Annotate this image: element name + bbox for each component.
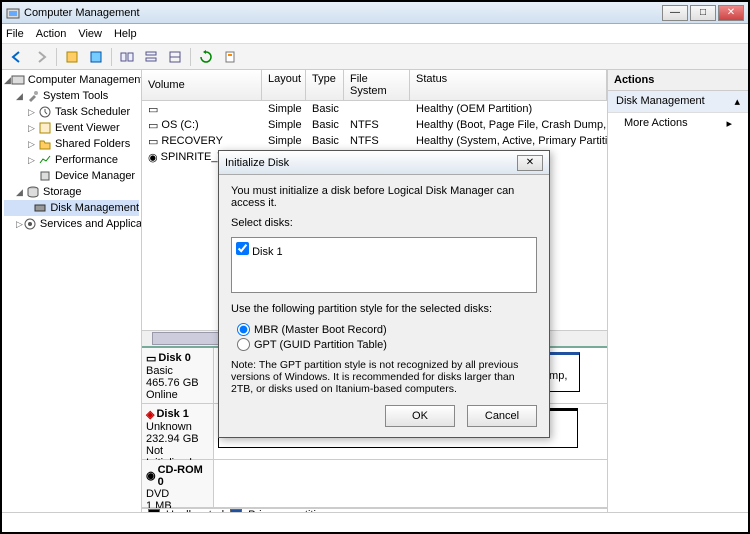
col-layout[interactable]: Layout bbox=[262, 70, 306, 100]
status-bar bbox=[2, 512, 748, 532]
services-icon bbox=[23, 217, 37, 231]
tree-shared-folders[interactable]: ▷Shared Folders bbox=[4, 136, 139, 152]
toolbar bbox=[2, 44, 748, 70]
mbr-radio[interactable] bbox=[237, 323, 250, 336]
tools-icon bbox=[26, 89, 40, 103]
col-volume[interactable]: Volume bbox=[142, 70, 262, 100]
dialog-titlebar: Initialize Disk ✕ bbox=[219, 151, 549, 175]
chevron-right-icon: ▸ bbox=[726, 117, 732, 130]
partition-style-label: Use the following partition style for th… bbox=[231, 303, 537, 315]
volume-row[interactable]: ▭RECOVERYSimpleBasicNTFSHealthy (System,… bbox=[142, 133, 607, 149]
disk-row[interactable]: ◉CD-ROM 0 DVD1 MBOnline bbox=[142, 460, 607, 508]
disk-info: ▭Disk 0 Basic465.76 GBOnline bbox=[142, 348, 214, 403]
volume-list-header: Volume Layout Type File System Status bbox=[142, 70, 607, 101]
disk-icon bbox=[33, 201, 47, 215]
actions-pane: Actions Disk Management▴ More Actions▸ bbox=[608, 70, 748, 512]
more-actions[interactable]: More Actions▸ bbox=[608, 113, 748, 134]
storage-icon bbox=[26, 185, 40, 199]
refresh-button[interactable] bbox=[195, 46, 217, 68]
toolbar-icon[interactable] bbox=[116, 46, 138, 68]
drive-icon: ▭ bbox=[148, 119, 158, 132]
tree-root[interactable]: ◢Computer Management (Local) bbox=[4, 72, 139, 88]
initialize-disk-dialog: Initialize Disk ✕ You must initialize a … bbox=[218, 150, 550, 438]
tree-storage[interactable]: ◢Storage bbox=[4, 184, 139, 200]
tree-device-manager[interactable]: Device Manager bbox=[4, 168, 139, 184]
collapse-icon: ▴ bbox=[734, 95, 740, 108]
disk-info: ◈Disk 1 Unknown232.94 GBNot Initialized bbox=[142, 404, 214, 459]
minimize-button[interactable]: — bbox=[662, 5, 688, 21]
disk1-checkbox[interactable] bbox=[236, 242, 249, 255]
legend: Unallocated Primary partition bbox=[142, 508, 607, 513]
menu-help[interactable]: Help bbox=[114, 28, 137, 40]
forward-button[interactable] bbox=[30, 46, 52, 68]
title-bar: Computer Management — □ ✕ bbox=[2, 2, 748, 24]
dialog-title: Initialize Disk bbox=[225, 157, 517, 169]
ok-button[interactable]: OK bbox=[385, 405, 455, 427]
perf-icon bbox=[38, 153, 52, 167]
menu-view[interactable]: View bbox=[78, 28, 102, 40]
toolbar-icon[interactable] bbox=[219, 46, 241, 68]
tree-performance[interactable]: ▷Performance bbox=[4, 152, 139, 168]
disk-unknown-icon: ◈ bbox=[146, 408, 154, 421]
toolbar-icon[interactable] bbox=[164, 46, 186, 68]
tree-task-scheduler[interactable]: ▷Task Scheduler bbox=[4, 104, 139, 120]
device-icon bbox=[38, 169, 52, 183]
toolbar-icon[interactable] bbox=[140, 46, 162, 68]
window-title: Computer Management bbox=[24, 7, 662, 19]
menu-bar: File Action View Help bbox=[2, 24, 748, 44]
col-status[interactable]: Status bbox=[410, 70, 607, 100]
app-icon bbox=[6, 6, 20, 20]
tree-event-viewer[interactable]: ▷Event Viewer bbox=[4, 120, 139, 136]
computer-icon bbox=[11, 73, 25, 87]
toolbar-icon[interactable] bbox=[61, 46, 83, 68]
dialog-close-button[interactable]: ✕ bbox=[517, 155, 543, 171]
back-button[interactable] bbox=[6, 46, 28, 68]
nav-tree: ◢Computer Management (Local) ◢System Too… bbox=[2, 70, 142, 512]
clock-icon bbox=[38, 105, 52, 119]
actions-section[interactable]: Disk Management▴ bbox=[608, 91, 748, 113]
disk-checkbox-row[interactable]: Disk 1 bbox=[236, 246, 283, 258]
event-icon bbox=[38, 121, 52, 135]
disk-icon: ▭ bbox=[146, 352, 156, 365]
select-disks-label: Select disks: bbox=[231, 217, 537, 229]
actions-header: Actions bbox=[608, 70, 748, 91]
cdrom-icon: ◉ bbox=[146, 469, 156, 482]
col-type[interactable]: Type bbox=[306, 70, 344, 100]
tree-services[interactable]: ▷Services and Applications bbox=[4, 216, 139, 232]
drive-icon: ▭ bbox=[148, 103, 158, 116]
disc-icon: ◉ bbox=[148, 151, 158, 164]
toolbar-icon[interactable] bbox=[85, 46, 107, 68]
dialog-intro: You must initialize a disk before Logica… bbox=[231, 185, 537, 209]
tree-disk-management[interactable]: Disk Management bbox=[4, 200, 139, 216]
close-button[interactable]: ✕ bbox=[718, 5, 744, 21]
col-filesystem[interactable]: File System bbox=[344, 70, 410, 100]
mbr-radio-row[interactable]: MBR (Master Boot Record) bbox=[237, 323, 537, 336]
volume-row[interactable]: ▭SimpleBasicHealthy (OEM Partition) bbox=[142, 101, 607, 117]
drive-icon: ▭ bbox=[148, 135, 158, 148]
maximize-button[interactable]: □ bbox=[690, 5, 716, 21]
menu-action[interactable]: Action bbox=[36, 28, 67, 40]
menu-file[interactable]: File bbox=[6, 28, 24, 40]
disk-select-list: Disk 1 bbox=[231, 237, 537, 293]
cancel-button[interactable]: Cancel bbox=[467, 405, 537, 427]
folder-icon bbox=[38, 137, 52, 151]
dialog-note: Note: The GPT partition style is not rec… bbox=[231, 359, 537, 395]
tree-system-tools[interactable]: ◢System Tools bbox=[4, 88, 139, 104]
volume-row[interactable]: ▭OS (C:)SimpleBasicNTFSHealthy (Boot, Pa… bbox=[142, 117, 607, 133]
gpt-radio-row[interactable]: GPT (GUID Partition Table) bbox=[237, 338, 537, 351]
disk-info: ◉CD-ROM 0 DVD1 MBOnline bbox=[142, 460, 214, 507]
gpt-radio[interactable] bbox=[237, 338, 250, 351]
